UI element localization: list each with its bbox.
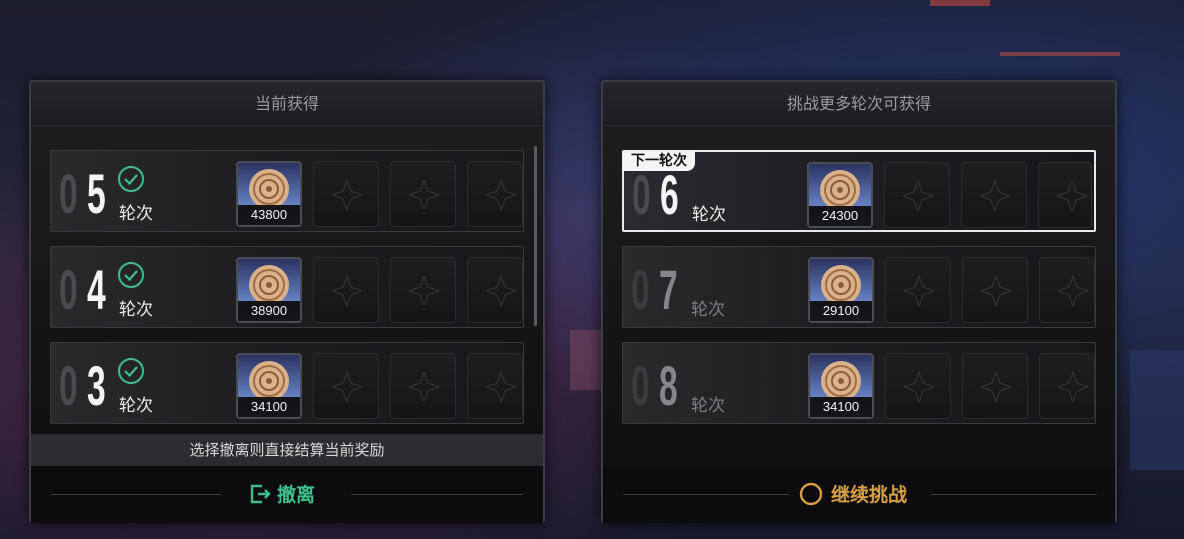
reward-amount: 34100 (810, 397, 872, 417)
empty-reward-slot (467, 353, 523, 419)
exit-icon (250, 484, 271, 504)
divider (623, 494, 789, 495)
empty-reward-slot (390, 257, 456, 323)
empty-reward-slot (962, 257, 1028, 323)
continue-label: 继续挑战 (831, 484, 908, 506)
star-diamond-icon (981, 276, 1011, 306)
withdraw-hint: 选择撤离则直接结算当前奖励 (31, 434, 543, 466)
withdraw-label: 撤离 (277, 484, 316, 506)
star-diamond-icon (332, 276, 362, 306)
empty-reward-slot (467, 161, 523, 227)
reward-slot[interactable]: 43800 (236, 161, 302, 227)
round-row-03: 0 3 轮次 34100 (50, 342, 524, 424)
round-label: 轮次 (119, 300, 153, 320)
divider (51, 494, 221, 495)
star-diamond-icon (332, 372, 362, 402)
reward-slot[interactable]: 34100 (236, 353, 302, 419)
round-number: 3 (87, 354, 106, 417)
action-bar: 撤离 (31, 466, 543, 523)
round-number-prefix: 0 (59, 162, 78, 225)
round-row-05: 0 5 轮次 43800 (50, 150, 524, 232)
star-diamond-icon (1058, 276, 1088, 306)
empty-reward-slot (884, 162, 950, 228)
reward-slot[interactable]: 29100 (808, 257, 874, 323)
panel-title: 挑战更多轮次可获得 (603, 82, 1115, 126)
round-number-prefix: 0 (59, 354, 78, 417)
round-number-prefix: 0 (59, 258, 78, 321)
reward-slot[interactable]: 24300 (807, 162, 873, 228)
current-rewards-panel: 当前获得 0 5 轮次 43800 0 4 轮次 38900 0 3 轮次 34… (29, 80, 545, 523)
reward-amount: 29100 (810, 301, 872, 321)
empty-reward-slot (467, 257, 523, 323)
reward-amount: 38900 (238, 301, 300, 321)
round-row-04: 0 4 轮次 38900 (50, 246, 524, 328)
round-number-prefix: 0 (631, 354, 650, 417)
empty-reward-slot (885, 257, 951, 323)
empty-reward-slot (962, 353, 1028, 419)
round-label: 轮次 (692, 205, 726, 225)
round-row-06[interactable]: 0 6 轮次 下一轮次 24300 (622, 150, 1096, 232)
empty-reward-slot (390, 353, 456, 419)
round-label: 轮次 (691, 300, 725, 320)
empty-reward-slot (313, 257, 379, 323)
empty-reward-slot (961, 162, 1027, 228)
circle-icon (799, 482, 823, 506)
star-diamond-icon (904, 276, 934, 306)
action-bar: 继续挑战 (603, 466, 1115, 523)
star-diamond-icon (486, 180, 516, 210)
star-diamond-icon (332, 180, 362, 210)
star-diamond-icon (409, 276, 439, 306)
empty-reward-slot (1039, 257, 1095, 323)
round-number: 6 (660, 163, 679, 226)
round-number-prefix: 0 (632, 163, 651, 226)
round-label: 轮次 (119, 396, 153, 416)
empty-reward-slot (1038, 162, 1092, 228)
round-row-08: 0 8 轮次 34100 (622, 342, 1096, 424)
star-diamond-icon (409, 180, 439, 210)
divider (351, 494, 523, 495)
empty-reward-slot (1039, 353, 1095, 419)
star-diamond-icon (409, 372, 439, 402)
star-diamond-icon (486, 372, 516, 402)
empty-reward-slot (313, 353, 379, 419)
withdraw-button[interactable]: 撤离 (249, 480, 315, 510)
empty-reward-slot (313, 161, 379, 227)
check-circle-icon (118, 262, 144, 288)
panel-title: 当前获得 (31, 82, 543, 126)
star-diamond-icon (980, 181, 1010, 211)
check-circle-icon (118, 358, 144, 384)
more-rounds-panel: 挑战更多轮次可获得 0 6 轮次 下一轮次 24300 0 7 轮次 29100… (601, 80, 1117, 523)
reward-slot[interactable]: 34100 (808, 353, 874, 419)
star-diamond-icon (486, 276, 516, 306)
round-label: 轮次 (119, 204, 153, 224)
round-number: 5 (87, 162, 106, 225)
round-number: 7 (659, 258, 678, 321)
round-label: 轮次 (691, 396, 725, 416)
round-number-prefix: 0 (631, 258, 650, 321)
scrollbar[interactable] (534, 146, 537, 326)
empty-reward-slot (390, 161, 456, 227)
round-number: 8 (659, 354, 678, 417)
reward-amount: 34100 (238, 397, 300, 417)
divider (931, 494, 1097, 495)
reward-amount: 43800 (238, 205, 300, 225)
empty-reward-slot (885, 353, 951, 419)
star-diamond-icon (903, 181, 933, 211)
star-diamond-icon (1057, 181, 1087, 211)
star-diamond-icon (981, 372, 1011, 402)
star-diamond-icon (904, 372, 934, 402)
continue-challenge-button[interactable]: 继续挑战 (799, 480, 907, 510)
round-row-07: 0 7 轮次 29100 (622, 246, 1096, 328)
next-round-badge: 下一轮次 (623, 151, 695, 171)
reward-slot[interactable]: 38900 (236, 257, 302, 323)
check-circle-icon (118, 166, 144, 192)
reward-amount: 24300 (809, 206, 871, 226)
round-number: 4 (87, 258, 106, 321)
star-diamond-icon (1058, 372, 1088, 402)
